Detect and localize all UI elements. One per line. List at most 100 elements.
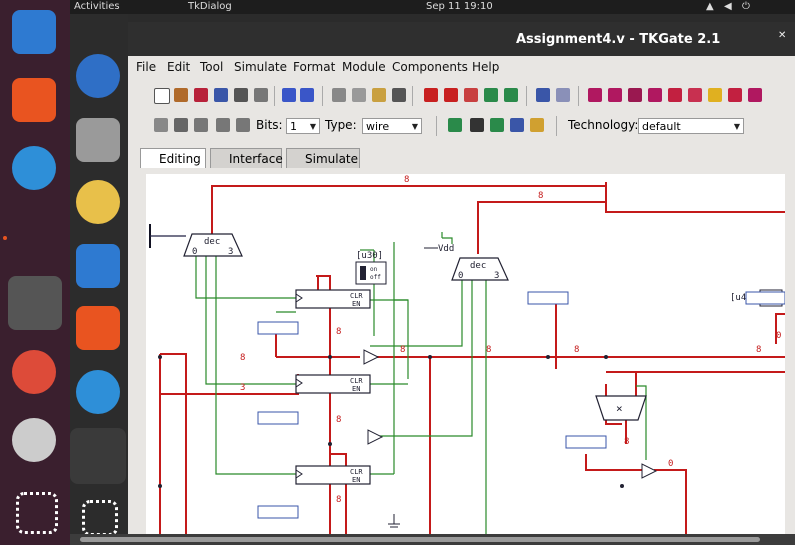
horizontal-scrollbar[interactable]	[70, 534, 795, 545]
find-icon[interactable]	[392, 88, 406, 102]
thunderbird-icon[interactable]	[76, 54, 120, 98]
print-icon[interactable]	[254, 88, 268, 102]
menu-tool[interactable]: Tool	[200, 60, 223, 74]
module-del-icon[interactable]	[648, 88, 662, 102]
rotate-icon[interactable]	[484, 88, 498, 102]
search-app-icon[interactable]	[8, 276, 62, 330]
vdd-source[interactable]: Vdd	[424, 244, 454, 254]
module-set-icon[interactable]	[728, 88, 742, 102]
width-tool-icon[interactable]	[236, 118, 250, 132]
anchor-icon[interactable]	[470, 118, 484, 132]
multiplier[interactable]: ×	[595, 395, 647, 421]
module-root-icon[interactable]	[748, 88, 762, 102]
register-1[interactable]: CLR EN	[295, 289, 371, 309]
library-icon[interactable]	[194, 88, 208, 102]
copy-icon[interactable]	[352, 88, 366, 102]
circuit-canvas[interactable]: dec 0 3 dec 0 3 Vdd [u30] on off [u42] C…	[146, 174, 785, 536]
decoder-2[interactable]: dec 0 3	[451, 257, 509, 281]
buffer-3[interactable]	[641, 463, 658, 479]
save-as-icon[interactable]	[234, 88, 248, 102]
type-dropdown-icon[interactable]: ▼	[409, 119, 421, 133]
clock[interactable]: Sep 11 19:10	[426, 0, 493, 14]
dvd-icon[interactable]	[12, 418, 56, 462]
menu-help[interactable]: Help	[472, 60, 499, 74]
help2-icon[interactable]	[76, 370, 120, 414]
menu-file[interactable]: File	[136, 60, 156, 74]
power-icon[interactable]: ⏻	[742, 0, 750, 14]
type-field[interactable]: wire ▼	[362, 118, 422, 134]
probe-icon[interactable]	[536, 88, 550, 102]
bw-right: 0	[776, 331, 781, 341]
connect-icon[interactable]	[490, 118, 504, 132]
software-center-icon[interactable]	[12, 78, 56, 122]
title-bar: Assignment4.v - TKGate 2.1 ✕	[128, 22, 795, 56]
bw-dec2: 8	[538, 191, 543, 201]
software-icon[interactable]	[76, 306, 120, 350]
separator	[412, 86, 413, 106]
network-icon[interactable]: ▲	[706, 0, 714, 14]
paste-icon[interactable]	[372, 88, 386, 102]
writer-icon[interactable]	[76, 244, 120, 288]
app-grid2-icon[interactable]	[82, 500, 118, 536]
undo-icon[interactable]	[282, 88, 296, 102]
technology-field[interactable]: default ▼	[638, 118, 744, 134]
module-copy-icon[interactable]	[668, 88, 682, 102]
save-icon[interactable]	[214, 88, 228, 102]
ground-symbol[interactable]	[388, 514, 400, 528]
cut-icon[interactable]	[332, 88, 346, 102]
help-icon[interactable]	[12, 146, 56, 190]
menu-format[interactable]: Format	[293, 60, 335, 74]
move-tool-icon[interactable]	[216, 118, 230, 132]
select-tool-icon[interactable]	[154, 118, 168, 132]
dec1-out0: 0	[192, 247, 197, 257]
module-rename-icon[interactable]	[688, 88, 702, 102]
align-icon[interactable]	[464, 88, 478, 102]
module-open-icon[interactable]	[588, 88, 602, 102]
module-claim-icon[interactable]	[708, 88, 722, 102]
zoom-fit-icon[interactable]	[448, 118, 462, 132]
buffer-1[interactable]	[363, 349, 380, 365]
register-2[interactable]: CLR EN	[295, 374, 371, 394]
scrollbar-thumb[interactable]	[80, 537, 760, 542]
decoder-1[interactable]: dec 0 3	[183, 233, 243, 257]
close-icon[interactable]: ✕	[778, 30, 786, 41]
bits-dropdown-icon[interactable]: ▼	[307, 119, 319, 133]
tab-editing[interactable]: Editing	[140, 148, 206, 168]
chrome-icon[interactable]	[12, 350, 56, 394]
menu-simulate[interactable]: Simulate	[234, 60, 287, 74]
tab-simulate[interactable]: Simulate	[286, 148, 360, 168]
u30-label: [u30]	[356, 251, 383, 261]
open-icon[interactable]	[174, 88, 188, 102]
rhythmbox-icon[interactable]	[76, 180, 120, 224]
tool-icon[interactable]	[510, 118, 524, 132]
menu-module[interactable]: Module	[342, 60, 386, 74]
probe-tool-icon[interactable]	[530, 118, 544, 132]
label-tool-icon[interactable]	[194, 118, 208, 132]
bits-field[interactable]: 1 ▼	[286, 118, 320, 134]
menu-edit[interactable]: Edit	[167, 60, 190, 74]
wire-icon[interactable]	[504, 88, 518, 102]
register-3[interactable]: CLR EN	[295, 465, 371, 485]
volume-icon[interactable]: ◀	[724, 0, 732, 14]
buffer-2[interactable]	[367, 429, 384, 445]
app-grid-icon[interactable]	[16, 492, 58, 534]
tab-interface[interactable]: Interface	[210, 148, 283, 168]
files-icon[interactable]	[76, 118, 120, 162]
zoom-in-icon[interactable]	[424, 88, 438, 102]
wire-tool-icon[interactable]	[174, 118, 188, 132]
technology-dropdown-icon[interactable]: ▼	[731, 119, 743, 133]
activities-button[interactable]: Activities	[74, 0, 120, 14]
menu-components[interactable]: Components	[392, 60, 468, 74]
probe2-icon[interactable]	[556, 88, 570, 102]
redo-icon[interactable]	[300, 88, 314, 102]
menu-bar: File Edit Tool Simulate Format Module Co…	[128, 56, 795, 78]
module-new-icon[interactable]	[628, 88, 642, 102]
writer-doc-icon[interactable]	[12, 10, 56, 54]
new-icon[interactable]	[154, 88, 170, 104]
zoom-out-icon[interactable]	[444, 88, 458, 102]
separator	[436, 116, 437, 136]
circuit-diagram[interactable]: dec 0 3 dec 0 3 Vdd [u30] on off [u42] C…	[146, 174, 785, 536]
module-close-icon[interactable]	[608, 88, 622, 102]
switch-u30[interactable]: [u30] on off	[355, 251, 387, 285]
app-menu[interactable]: TkDialog	[188, 0, 232, 14]
